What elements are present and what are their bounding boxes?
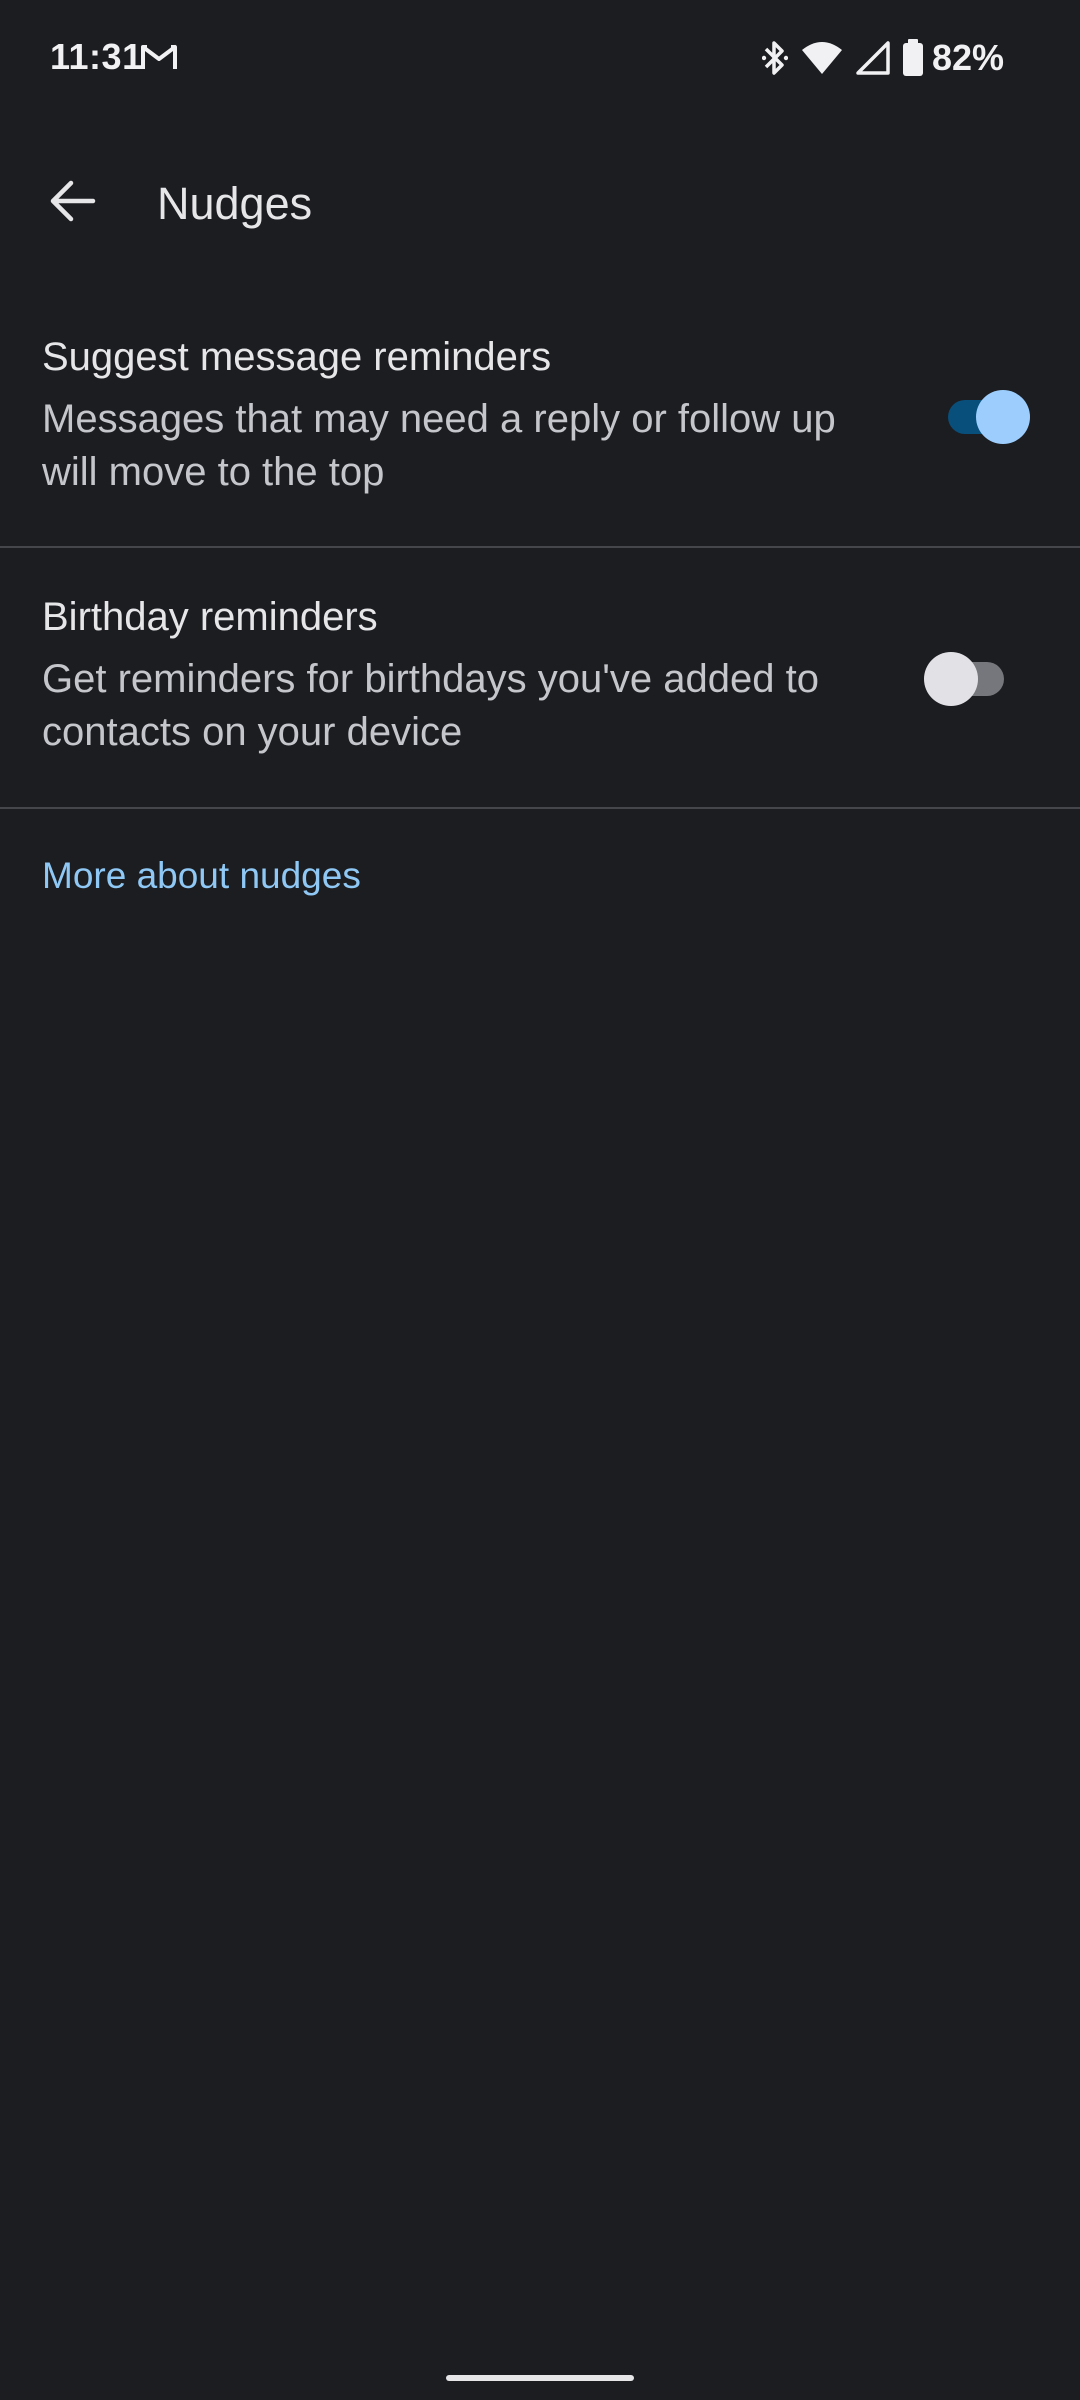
bluetooth-icon [761,39,788,77]
back-button[interactable] [30,160,116,246]
wifi-icon [800,40,844,76]
top-app-bar: Nudges [0,150,1080,255]
setting-summary: Messages that may need a reply or follow… [42,397,836,494]
page-title: Nudges [157,178,313,229]
setting-birthday-reminders[interactable]: Birthday reminders Get reminders for bir… [0,580,1080,807]
toggle-thumb [924,652,978,706]
setting-suggest-message-reminders[interactable]: Suggest message reminders Messages that … [0,320,1080,547]
toggle-thumb [976,390,1030,444]
setting-title: Birthday reminders [42,595,378,639]
arrow-back-icon [49,179,97,228]
setting-summary: Get reminders for birthdays you've added… [42,657,819,754]
battery-percent: 82% [931,37,1004,78]
battery-icon [902,39,924,77]
status-icons: 82% [750,36,1004,80]
birthday-reminders-toggle[interactable] [920,648,1010,708]
status-time: 11:31 [50,36,143,77]
signal-icon [856,41,890,75]
gesture-nav-handle[interactable] [446,2375,634,2381]
status-bar: 11:31 82% [0,0,1080,120]
gmail-icon [140,42,178,72]
more-about-nudges-link[interactable]: More about nudges [42,855,361,897]
divider [0,807,1080,809]
suggest-message-reminders-toggle[interactable] [940,386,1030,446]
setting-title: Suggest message reminders [42,335,552,379]
divider [0,546,1080,548]
